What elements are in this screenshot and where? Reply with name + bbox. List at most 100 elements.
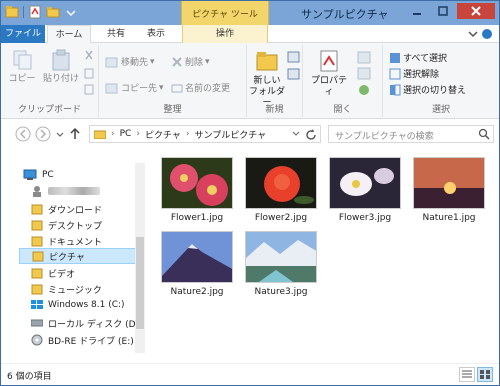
expand-ribbon-icon[interactable] bbox=[468, 31, 478, 38]
ribbon-controls bbox=[467, 28, 493, 43]
copy-to-label: コピー先 bbox=[121, 84, 158, 94]
folder-icon bbox=[256, 52, 278, 71]
paste-label: 貼り付け bbox=[43, 74, 80, 84]
back-arrow-icon[interactable] bbox=[15, 126, 31, 142]
group-label-organize: 整理 bbox=[163, 105, 182, 115]
large-icons-view-button[interactable] bbox=[477, 367, 493, 382]
tab-file[interactable]: ファイル bbox=[1, 25, 45, 43]
folder-icon bbox=[31, 268, 43, 279]
up-arrow-icon[interactable] bbox=[69, 126, 81, 142]
nav-label: BD-RE ドライブ (E:) bbox=[48, 336, 134, 347]
new-folder-icon[interactable] bbox=[46, 5, 60, 19]
search-box[interactable]: サンプルピクチャの検索 bbox=[328, 125, 494, 143]
cut-icon[interactable] bbox=[85, 50, 93, 60]
breadcrumb-pc[interactable]: PC bbox=[120, 129, 132, 139]
large-icons-view-icon bbox=[480, 370, 490, 379]
pc-icon bbox=[23, 169, 37, 180]
thumbnail-image bbox=[161, 231, 233, 283]
nav-label: ダウンロード bbox=[48, 205, 103, 216]
rename-icon bbox=[171, 84, 183, 92]
recent-locations-icon[interactable] bbox=[55, 126, 65, 142]
ribbon-home: コピー 貼り付け クリップボード 移動先 ▾ 削除 ▾ コピー先 ▾ 名前の変更… bbox=[1, 43, 499, 119]
file-item[interactable]: Nature1.jpg bbox=[410, 157, 488, 223]
copy-path-icon[interactable] bbox=[84, 68, 94, 79]
nav-item-drive-c[interactable]: Windows 8.1 (C:) bbox=[31, 297, 125, 313]
nav-item-videos[interactable]: ビデオ bbox=[31, 265, 75, 281]
edit-icon[interactable] bbox=[357, 67, 371, 80]
nav-item-user[interactable] bbox=[31, 183, 100, 199]
address-bar[interactable]: › PC › ピクチャ › サンプルピクチャ bbox=[89, 125, 321, 143]
forward-arrow-icon[interactable] bbox=[35, 126, 51, 142]
paste-shortcut-icon[interactable] bbox=[84, 84, 94, 95]
group-label-clipboard: クリップボード bbox=[17, 105, 81, 115]
nav-item-pc[interactable]: PC bbox=[23, 167, 54, 183]
close-button[interactable] bbox=[457, 3, 495, 19]
move-to-icon bbox=[105, 57, 118, 67]
select-all-button[interactable]: すべて選択 bbox=[389, 51, 447, 64]
qat-dropdown-icon[interactable] bbox=[64, 5, 78, 19]
file-item[interactable]: Nature3.jpg bbox=[242, 231, 320, 297]
tab-manage[interactable]: 操作 bbox=[182, 25, 268, 43]
paste-icon bbox=[52, 49, 70, 71]
details-view-button[interactable] bbox=[459, 367, 475, 382]
file-name: Nature2.jpg bbox=[170, 287, 224, 297]
address-dropdown-icon[interactable] bbox=[292, 130, 300, 138]
nav-item-downloads[interactable]: ダウンロード bbox=[31, 201, 102, 217]
file-item[interactable]: Flower1.jpg bbox=[158, 157, 236, 223]
nav-item-desktop[interactable]: デスクトップ bbox=[31, 217, 102, 233]
refresh-icon[interactable] bbox=[304, 128, 318, 142]
select-none-label: 選択解除 bbox=[403, 70, 440, 80]
copy-to-button[interactable]: コピー先 ▾ bbox=[105, 81, 164, 94]
invert-selection-button[interactable]: 選択の切り替え bbox=[389, 83, 466, 96]
context-tab-header: ピクチャ ツール bbox=[181, 1, 269, 25]
nav-item-drive-e[interactable]: BD-RE ドライブ (E:) bbox=[31, 332, 134, 348]
file-item[interactable]: Flower3.jpg bbox=[326, 157, 404, 223]
minimize-button[interactable] bbox=[405, 3, 429, 19]
file-name: Nature3.jpg bbox=[254, 287, 308, 297]
tab-view[interactable]: 表示 bbox=[136, 25, 176, 43]
breadcrumb-sample-pictures[interactable]: サンプルピクチャ bbox=[194, 128, 266, 141]
maximize-button[interactable] bbox=[431, 3, 455, 19]
details-view-icon bbox=[462, 370, 472, 378]
tab-share[interactable]: 共有 bbox=[96, 25, 136, 43]
window-title: サンプルピクチャ bbox=[301, 8, 389, 21]
nav-scrollbar-thumb[interactable] bbox=[136, 237, 144, 329]
invert-selection-label: 選択の切り替え bbox=[403, 86, 467, 96]
folder-icon bbox=[31, 284, 43, 295]
properties-icon[interactable] bbox=[28, 5, 42, 19]
move-to-button[interactable]: 移動先 ▾ bbox=[105, 55, 155, 68]
navigation-pane: PC ダウンロード デスクトップ ドキュメント ピクチャ ビデオ ミュージック … bbox=[1, 149, 146, 363]
rename-button[interactable]: 名前の変更 bbox=[171, 81, 230, 94]
new-folder-button[interactable]: 新しい フォルダー bbox=[249, 49, 285, 109]
file-item[interactable]: Flower2.jpg bbox=[242, 157, 320, 223]
tab-home[interactable]: ホーム bbox=[47, 25, 91, 44]
history-icon[interactable] bbox=[359, 85, 369, 95]
group-organize: 移動先 ▾ 削除 ▾ コピー先 ▾ 名前の変更 整理 bbox=[99, 45, 247, 117]
file-item[interactable]: Nature2.jpg bbox=[158, 231, 236, 297]
mountain-thumbnail bbox=[162, 232, 232, 282]
properties-button[interactable]: プロパティ bbox=[307, 49, 351, 98]
select-none-button[interactable]: 選択解除 bbox=[389, 67, 439, 80]
delete-button[interactable]: 削除 ▾ bbox=[171, 55, 210, 68]
group-label-select: 選択 bbox=[431, 105, 450, 115]
easy-access-icon[interactable] bbox=[287, 68, 300, 80]
help-icon[interactable] bbox=[482, 29, 492, 39]
new-item-icon[interactable] bbox=[287, 51, 300, 63]
copy-button[interactable]: コピー bbox=[7, 49, 37, 85]
properties-label: プロパティ bbox=[310, 76, 347, 97]
search-icon[interactable] bbox=[478, 128, 490, 140]
nav-item-drive-d[interactable]: ローカル ディスク (D:) bbox=[31, 315, 142, 331]
copy-icon bbox=[13, 50, 32, 70]
copy-label: コピー bbox=[8, 74, 36, 84]
open-icon[interactable] bbox=[357, 51, 371, 64]
river-thumbnail bbox=[246, 232, 316, 282]
nav-item-pictures[interactable]: ピクチャ bbox=[19, 248, 143, 264]
nav-scrollbar[interactable] bbox=[135, 163, 145, 353]
explorer-icon bbox=[5, 6, 19, 18]
nav-item-documents[interactable]: ドキュメント bbox=[31, 233, 102, 249]
file-name: Flower3.jpg bbox=[338, 213, 392, 223]
paste-button[interactable]: 貼り付け bbox=[43, 49, 79, 85]
breadcrumb-pictures[interactable]: ピクチャ bbox=[145, 128, 181, 141]
nav-item-music[interactable]: ミュージック bbox=[31, 281, 102, 297]
flower-thumbnail bbox=[162, 158, 232, 208]
